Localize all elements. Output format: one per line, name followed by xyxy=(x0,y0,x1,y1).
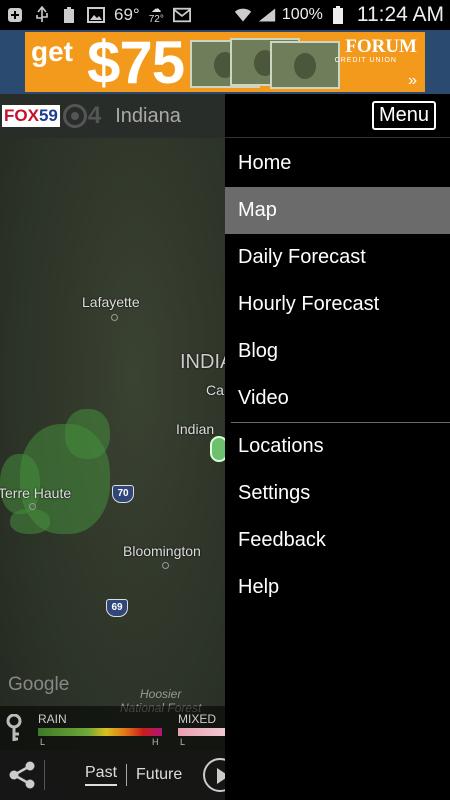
menu-item-video[interactable]: Video xyxy=(225,375,450,422)
city-dot xyxy=(111,314,118,321)
battery-icon xyxy=(329,6,347,24)
nav-drawer: Menu Home Map Daily Forecast Hourly Fore… xyxy=(225,94,450,800)
menu-item-feedback[interactable]: Feedback xyxy=(225,517,450,564)
menu-item-daily-forecast[interactable]: Daily Forecast xyxy=(225,234,450,281)
signal-icon xyxy=(258,6,276,24)
google-logo: Google xyxy=(8,674,70,695)
legend-rain-label: RAIN xyxy=(38,712,67,726)
legend-mixed-label: MIXED xyxy=(178,712,217,726)
ad-banner-container: get $75 FORUM CREDIT UNION » xyxy=(0,30,450,94)
clock: 11:24 AM xyxy=(356,3,444,26)
menu-item-help[interactable]: Help xyxy=(225,564,450,611)
menu-item-locations[interactable]: Locations xyxy=(225,423,450,470)
ad-banner[interactable]: get $75 FORUM CREDIT UNION » xyxy=(25,32,425,92)
interstate-70-shield: 70 xyxy=(112,485,134,503)
key-icon[interactable] xyxy=(6,713,22,742)
legend-rain-low: L xyxy=(40,737,46,747)
radar-echo xyxy=(65,409,110,459)
plus-box-icon xyxy=(6,6,24,24)
weather-temp: 69° xyxy=(114,5,140,24)
divider xyxy=(44,760,45,790)
ad-amount: $75 xyxy=(87,32,185,92)
tab-past[interactable]: Past xyxy=(85,764,118,786)
ad-brand: FORUM xyxy=(345,36,417,57)
battery-percent: 100% xyxy=(281,6,323,23)
image-icon xyxy=(87,6,105,24)
app-header: FOX59 4 Indiana xyxy=(0,94,225,138)
menu-group-secondary: Locations Settings Feedback Help xyxy=(225,423,450,611)
map-label-terre-haute: Terre Haute xyxy=(0,485,72,501)
app-title: Indiana xyxy=(115,104,181,127)
interstate-69-shield: 69 xyxy=(106,599,128,617)
wifi-icon xyxy=(234,6,252,24)
legend-rain-scale xyxy=(38,728,162,736)
menu-button[interactable]: Menu xyxy=(371,101,436,130)
play-icon[interactable] xyxy=(203,758,225,792)
city-dot xyxy=(162,562,169,569)
fox59-logo: FOX59 xyxy=(2,105,60,127)
usb-icon xyxy=(33,6,51,24)
forecast-widget: ☁ 72° xyxy=(149,5,164,25)
cbs4-logo: 4 xyxy=(87,102,102,129)
map-label-bloomington: Bloomington xyxy=(123,543,201,559)
map-label-indianapolis: Indian xyxy=(176,421,215,437)
radar-map[interactable]: FOX59 4 Indiana Lafayette INDIA Ca India… xyxy=(0,94,225,800)
ad-get-text: get xyxy=(31,36,73,67)
tab-future[interactable]: Future xyxy=(136,766,182,784)
divider xyxy=(126,764,128,786)
map-label-ca: Ca xyxy=(206,382,224,398)
menu-item-map[interactable]: Map xyxy=(225,187,450,234)
menu-item-home[interactable]: Home xyxy=(225,140,450,187)
menu-item-settings[interactable]: Settings xyxy=(225,470,450,517)
menu-item-hourly-forecast[interactable]: Hourly Forecast xyxy=(225,281,450,328)
menu-item-blog[interactable]: Blog xyxy=(225,328,450,375)
location-marker[interactable] xyxy=(210,436,225,462)
menu-group-main: Home Map Daily Forecast Hourly Forecast … xyxy=(225,138,450,422)
map-controls: Past Future xyxy=(0,750,225,800)
forecast-temp: 72° xyxy=(148,14,164,25)
drawer-header: Menu xyxy=(225,94,450,138)
share-icon[interactable] xyxy=(0,750,44,800)
ad-brand-sub: CREDIT UNION xyxy=(334,57,397,64)
cbs-eye-logo xyxy=(62,104,87,128)
legend-mixed-scale xyxy=(178,728,225,736)
ad-arrow-icon: » xyxy=(408,72,417,89)
city-dot xyxy=(29,503,36,510)
legend-mixed-low: L xyxy=(180,737,186,747)
battery-small-icon xyxy=(60,6,78,24)
radar-echo xyxy=(10,509,50,534)
dollar-bills-image xyxy=(190,38,340,89)
map-label-lafayette: Lafayette xyxy=(82,294,140,310)
mail-icon xyxy=(172,6,191,24)
radar-legend: RAIN MIXED L H L xyxy=(0,706,225,750)
legend-rain-high: H xyxy=(152,737,159,747)
status-bar: 69° ☁ 72° 100% 11:24 AM xyxy=(0,0,450,30)
app-area: FOX59 4 Indiana Lafayette INDIA Ca India… xyxy=(0,94,450,800)
map-label-state: INDIA xyxy=(180,351,225,373)
